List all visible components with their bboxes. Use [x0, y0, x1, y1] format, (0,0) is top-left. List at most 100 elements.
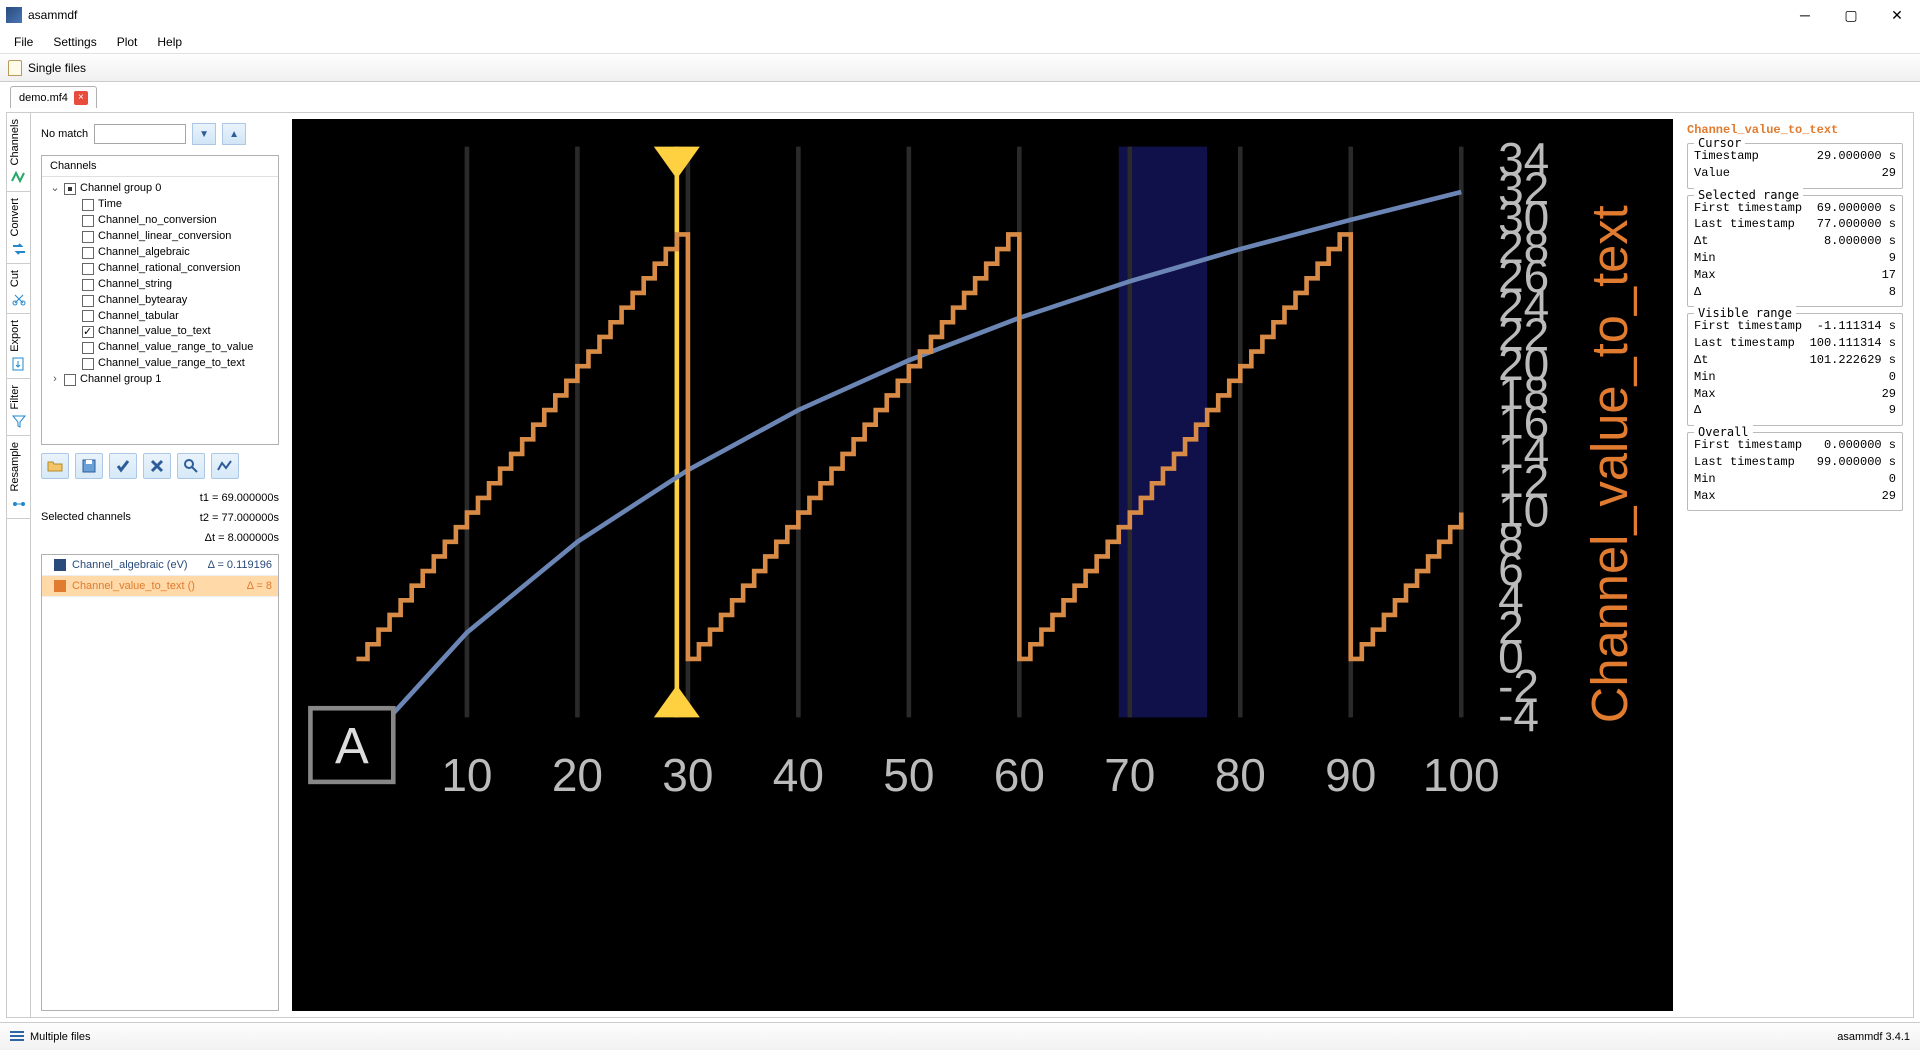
- tree-item[interactable]: Channel_value_range_to_text: [50, 356, 274, 372]
- channel-name: Channel_algebraic (eV): [72, 559, 188, 571]
- stats-row: Max29: [1694, 488, 1896, 505]
- selected-channel-row[interactable]: Channel_algebraic (eV) Δ = 0.119196: [42, 555, 278, 576]
- tree-group[interactable]: ›Channel group 1: [50, 372, 274, 388]
- channel-name: Channel_value_to_text (): [72, 580, 195, 592]
- selected-channels-label: Selected channels: [41, 511, 200, 523]
- plot-button[interactable]: [211, 453, 239, 479]
- tree-item[interactable]: Channel_no_conversion: [50, 213, 274, 229]
- open-button[interactable]: [41, 453, 69, 479]
- stats-row: Max17: [1694, 267, 1896, 284]
- channel-delta: Δ = 8: [247, 580, 272, 592]
- convert-icon: [11, 241, 27, 257]
- checkbox[interactable]: [82, 215, 94, 227]
- stats-row: Min0: [1694, 471, 1896, 488]
- checkbox[interactable]: [82, 199, 94, 211]
- selected-channel-row[interactable]: Channel_value_to_text () Δ = 8: [42, 576, 278, 597]
- save-button[interactable]: [75, 453, 103, 479]
- checkbox[interactable]: [82, 295, 94, 307]
- channels-icon: [11, 169, 27, 185]
- checkbox[interactable]: [82, 279, 94, 291]
- tree-item[interactable]: Channel_value_range_to_value: [50, 340, 274, 356]
- plot-canvas[interactable]: 102030405060708090100-4-2024681012141618…: [292, 119, 1673, 810]
- resample-icon: [11, 496, 27, 512]
- vtab-filter[interactable]: Filter: [7, 379, 30, 436]
- page-icon: [8, 60, 22, 76]
- checkbox[interactable]: [82, 358, 94, 370]
- tree-item[interactable]: Channel_bytearay: [50, 293, 274, 309]
- app-icon: [6, 7, 22, 23]
- tree-item[interactable]: Time: [50, 197, 274, 213]
- checkbox[interactable]: [82, 247, 94, 259]
- time-marks: t1 = 69.000000s t2 = 77.000000s Δt = 8.0…: [200, 489, 279, 548]
- checkbox[interactable]: [64, 183, 76, 195]
- uncheck-all-button[interactable]: [143, 453, 171, 479]
- maximize-button[interactable]: ▢: [1828, 0, 1874, 30]
- svg-text:10: 10: [441, 749, 492, 801]
- vtab-resample[interactable]: Resample: [7, 436, 30, 519]
- checkbox[interactable]: [82, 342, 94, 354]
- vtab-channels[interactable]: Channels: [7, 113, 30, 192]
- tree-toolbar: [41, 453, 279, 479]
- check-all-button[interactable]: [109, 453, 137, 479]
- tree-group[interactable]: ⌄Channel group 0: [50, 181, 274, 197]
- zoom-button[interactable]: [177, 453, 205, 479]
- menu-plot[interactable]: Plot: [107, 31, 148, 53]
- stats-cursor: Cursor Timestamp29.000000 sValue29: [1687, 143, 1903, 189]
- window-title: asammdf: [28, 8, 1782, 22]
- stats-row: Last timestamp99.000000 s: [1694, 454, 1896, 471]
- plot-panel[interactable]: 102030405060708090100-4-2024681012141618…: [292, 119, 1673, 1011]
- menu-help[interactable]: Help: [147, 31, 192, 53]
- stats-row: Max29: [1694, 386, 1896, 403]
- menu-file[interactable]: File: [4, 31, 43, 53]
- mode-label[interactable]: Single files: [28, 61, 86, 75]
- stats-row: Min0: [1694, 369, 1896, 386]
- checkbox[interactable]: [82, 310, 94, 322]
- channel-tree[interactable]: Channels ⌄Channel group 0TimeChannel_no_…: [41, 155, 279, 445]
- vtab-export[interactable]: Export: [7, 314, 30, 379]
- stats-row: Δ8: [1694, 284, 1896, 301]
- vtab-cut[interactable]: Cut: [7, 264, 30, 314]
- file-tab[interactable]: demo.mf4 ×: [10, 86, 97, 108]
- selected-channel-list[interactable]: Channel_algebraic (eV)Δ = 0.119196Channe…: [41, 554, 279, 1011]
- stats-row: Value29: [1694, 165, 1896, 182]
- close-icon[interactable]: ×: [74, 91, 88, 105]
- file-tab-label: demo.mf4: [19, 92, 68, 104]
- stats-visible: Visible range First timestamp-1.111314 s…: [1687, 313, 1903, 426]
- tree-item[interactable]: Channel_string: [50, 277, 274, 293]
- stats-row: Last timestamp100.111314 s: [1694, 335, 1896, 352]
- filter-icon: [11, 413, 27, 429]
- left-panel: No match ▼ ▲ Channels ⌄Channel group 0Ti…: [31, 113, 288, 1017]
- titlebar: asammdf ─ ▢ ✕: [0, 0, 1920, 30]
- vtab-convert[interactable]: Convert: [7, 192, 30, 264]
- svg-text:50: 50: [883, 749, 934, 801]
- tree-item[interactable]: Channel_tabular: [50, 309, 274, 325]
- search-prev-button[interactable]: ▲: [222, 123, 246, 145]
- checkbox[interactable]: [82, 326, 94, 338]
- color-swatch: [54, 580, 66, 592]
- dt-label: Δt = 8.000000s: [200, 529, 279, 549]
- stats-row: Min9: [1694, 250, 1896, 267]
- color-swatch: [54, 559, 66, 571]
- search-input[interactable]: [94, 124, 186, 144]
- svg-text:60: 60: [994, 749, 1045, 801]
- checkbox[interactable]: [64, 374, 76, 386]
- menu-settings[interactable]: Settings: [43, 31, 106, 53]
- checkbox[interactable]: [82, 263, 94, 275]
- statusbar-mode[interactable]: Multiple files: [30, 1031, 91, 1043]
- tree-item[interactable]: Channel_value_to_text: [50, 324, 274, 340]
- channel-delta: Δ = 0.119196: [208, 559, 272, 571]
- checkbox[interactable]: [82, 231, 94, 243]
- svg-text:90: 90: [1325, 749, 1376, 801]
- tree-item[interactable]: Channel_rational_conversion: [50, 261, 274, 277]
- stats-selected: Selected range First timestamp69.000000 …: [1687, 195, 1903, 308]
- svg-text:40: 40: [773, 749, 824, 801]
- t1-label: t1 = 69.000000s: [200, 489, 279, 509]
- tree-item[interactable]: Channel_algebraic: [50, 245, 274, 261]
- tree-header: Channels: [42, 156, 278, 177]
- statusbar: Multiple files asammdf 3.4.1: [0, 1022, 1920, 1050]
- tree-item[interactable]: Channel_linear_conversion: [50, 229, 274, 245]
- close-button[interactable]: ✕: [1874, 0, 1920, 30]
- minimize-button[interactable]: ─: [1782, 0, 1828, 30]
- search-next-button[interactable]: ▼: [192, 123, 216, 145]
- stats-row: Δt101.222629 s: [1694, 352, 1896, 369]
